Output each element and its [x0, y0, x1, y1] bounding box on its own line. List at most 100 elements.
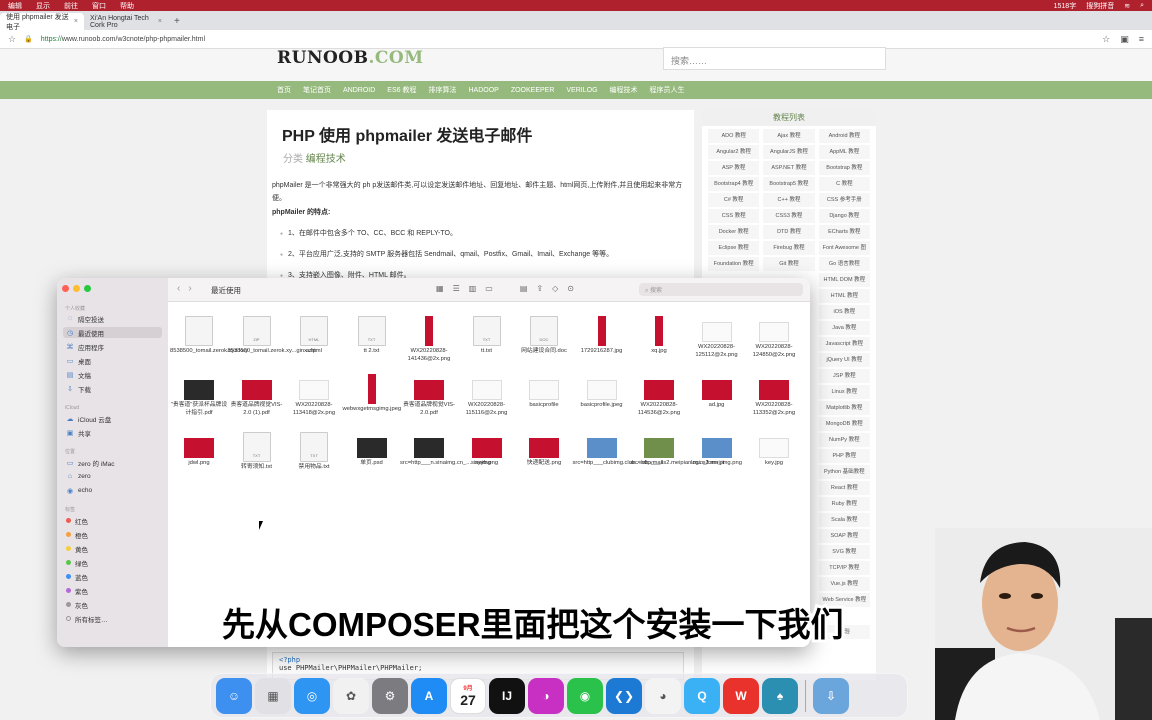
tutorial-link[interactable]: HTML 教程: [818, 289, 870, 303]
downloads-folder-icon[interactable]: ⇩: [813, 677, 849, 714]
file-item[interactable]: WX20220828-124850@2x.png: [745, 316, 803, 359]
tag-icon[interactable]: ◇: [552, 284, 558, 293]
tutorial-link[interactable]: NumPy 教程: [818, 433, 870, 447]
search-icon[interactable]: ⌕: [1140, 2, 1144, 10]
tutorial-link[interactable]: Python 基础教程: [818, 465, 870, 479]
file-item[interactable]: WX20220828-125112@2x.png: [688, 316, 746, 359]
category-link[interactable]: 编程技术: [306, 154, 346, 165]
sidebar-item[interactable]: ☁ iCloud 云盘: [63, 413, 162, 424]
nav-programming[interactable]: 编程技术: [610, 85, 638, 95]
tutorial-link[interactable]: CSS3 教程: [763, 209, 815, 223]
file-item[interactable]: src=http___ss2.meipian.m...s2.meipi: [630, 432, 724, 468]
tutorial-link[interactable]: ECharts 教程: [818, 225, 870, 239]
tutorial-link[interactable]: CSS 参考手册: [818, 193, 870, 207]
tutorial-link[interactable]: SVG 教程: [818, 545, 870, 559]
sidebar-item[interactable]: ◌ 隔空投送: [63, 313, 162, 324]
tutorial-link[interactable]: AppML 教程: [818, 145, 870, 159]
tutorial-link[interactable]: Bootstrap4 教程: [708, 177, 760, 191]
tutorial-link[interactable]: Angular2 教程: [708, 145, 760, 159]
more-actions-icon[interactable]: ⊙: [567, 284, 574, 293]
file-item[interactable]: login_form_img.png: [688, 432, 746, 468]
sidebar-item[interactable]: ◉ echo: [63, 485, 162, 496]
nav-sorting[interactable]: 排序算法: [428, 85, 456, 95]
system-settings-app-icon[interactable]: ⚙: [372, 677, 408, 714]
file-item[interactable]: WX20220828-113352@2x.png: [745, 374, 803, 417]
input-method-label[interactable]: 搜狗拼音: [1086, 1, 1114, 11]
tutorial-link[interactable]: Bootstrap5 教程: [763, 177, 815, 191]
file-item[interactable]: 贵客道品牌视觉VIS-2.0 (1).pdf: [228, 374, 286, 417]
menu-go[interactable]: 前往: [64, 1, 78, 11]
finder-app-icon[interactable]: ☺: [216, 677, 252, 714]
tag-item[interactable]: 蓝色: [63, 571, 162, 582]
file-item[interactable]: 单页.psd: [343, 432, 401, 468]
tag-item[interactable]: 橙色: [63, 529, 162, 540]
calendar-app-icon[interactable]: 9月 27: [450, 677, 486, 714]
column-view-icon[interactable]: ▥: [469, 284, 477, 293]
file-item[interactable]: WX20220828-115116@2x.png: [458, 374, 516, 417]
file-item[interactable]: WX20220828-141436@2x.png: [400, 316, 458, 363]
sidebar-item[interactable]: ◷ 最近使用: [63, 327, 162, 338]
file-item[interactable]: WX20220828-113418@2x.png: [285, 374, 343, 417]
tag-item[interactable]: 紫色: [63, 585, 162, 596]
tutorial-link[interactable]: Font Awesome 图: [818, 241, 870, 255]
tutorial-link[interactable]: DTD 教程: [763, 225, 815, 239]
file-item[interactable]: jdwl.png: [170, 432, 228, 468]
file-item[interactable]: WX20220828-114536@2x.png: [630, 374, 688, 417]
nav-hadoop[interactable]: HADOOP: [468, 87, 498, 94]
close-icon[interactable]: ×: [158, 18, 162, 25]
file-item[interactable]: ZIP 8538500_tomail.zerok.xy...ginx.zip: [228, 316, 316, 356]
zoom-window-button[interactable]: [84, 285, 91, 292]
tutorial-link[interactable]: Go 语言教程: [818, 257, 870, 271]
tutorial-link[interactable]: MongoDB 教程: [818, 417, 870, 431]
tag-item[interactable]: 绿色: [63, 557, 162, 568]
tutorial-link[interactable]: Eclipse 教程: [708, 241, 760, 255]
sidebar-item[interactable]: ▭ 桌面: [63, 355, 162, 366]
nav-android[interactable]: ANDROID: [343, 87, 375, 94]
tutorial-link[interactable]: C++ 教程: [763, 193, 815, 207]
vscode-app-icon[interactable]: ❮❯: [606, 677, 642, 714]
nav-zookeeper[interactable]: ZOOKEEPER: [511, 87, 555, 94]
finder-search-input[interactable]: ⌕ 搜索: [639, 283, 803, 296]
qq-app-icon[interactable]: Q: [684, 677, 720, 714]
site-logo[interactable]: RUNOOB.COM: [277, 48, 424, 68]
close-window-button[interactable]: [62, 285, 69, 292]
icon-view-icon[interactable]: ▦: [436, 284, 444, 293]
menu-edit[interactable]: 编辑: [8, 1, 22, 11]
menu-window[interactable]: 窗口: [92, 1, 106, 11]
gallery-view-icon[interactable]: ▭: [485, 284, 493, 293]
tutorial-link[interactable]: Django 教程: [818, 209, 870, 223]
file-item[interactable]: DOC 网站建设合同.doc: [515, 316, 573, 356]
tutorial-link[interactable]: SOAP 教程: [818, 529, 870, 543]
file-item[interactable]: TXT tt.txt: [458, 316, 516, 356]
file-item[interactable]: src=http___n.sinaimg.cn_...sinaimg: [400, 432, 491, 468]
launchpad-app-icon[interactable]: ▦: [255, 677, 291, 714]
color-app-icon[interactable]: ◑: [528, 677, 564, 714]
nav-notes[interactable]: 笔记首页: [303, 85, 331, 95]
group-icon[interactable]: ▤: [520, 284, 528, 293]
browser-tab-active[interactable]: 使用 phpmailer 发送电子 ×: [0, 13, 84, 31]
wifi-icon[interactable]: ≋: [1124, 2, 1130, 10]
file-item[interactable]: basicprofile: [515, 374, 573, 410]
tutorial-link[interactable]: React 教程: [818, 481, 870, 495]
file-item[interactable]: syyb.png: [458, 432, 516, 468]
tag-item[interactable]: 红色: [63, 515, 162, 526]
tutorial-link[interactable]: jQuery UI 教程: [818, 353, 870, 367]
phpstorm-app-icon[interactable]: IJ: [489, 677, 525, 714]
sidebar-item[interactable]: ▣ 共享: [63, 427, 162, 438]
file-item[interactable]: "贵客道"获派杯品牌设计指引.pdf: [170, 374, 228, 417]
star-icon[interactable]: ☆: [8, 34, 16, 45]
tutorial-link[interactable]: Git 教程: [763, 257, 815, 271]
tutorial-link[interactable]: C# 教程: [708, 193, 760, 207]
menu-icon[interactable]: ≡: [1139, 34, 1144, 45]
browser-tab[interactable]: Xi'An Hongtai Tech Cork Pro ×: [84, 13, 168, 30]
tutorial-link[interactable]: Java 教程: [818, 321, 870, 335]
back-forward-buttons[interactable]: ‹›: [177, 283, 200, 294]
list-view-icon[interactable]: ☰: [453, 284, 460, 293]
file-item[interactable]: TXT tt 2.txt: [343, 316, 401, 356]
tutorial-link[interactable]: TCP/IP 教程: [818, 561, 870, 575]
safari-app-icon[interactable]: ◎: [294, 677, 330, 714]
wechat-app-icon[interactable]: ◉: [567, 677, 603, 714]
file-item[interactable]: HTML a.html: [285, 316, 343, 356]
menu-help[interactable]: 帮助: [120, 1, 134, 11]
photos-app-icon[interactable]: ✿: [333, 677, 369, 714]
